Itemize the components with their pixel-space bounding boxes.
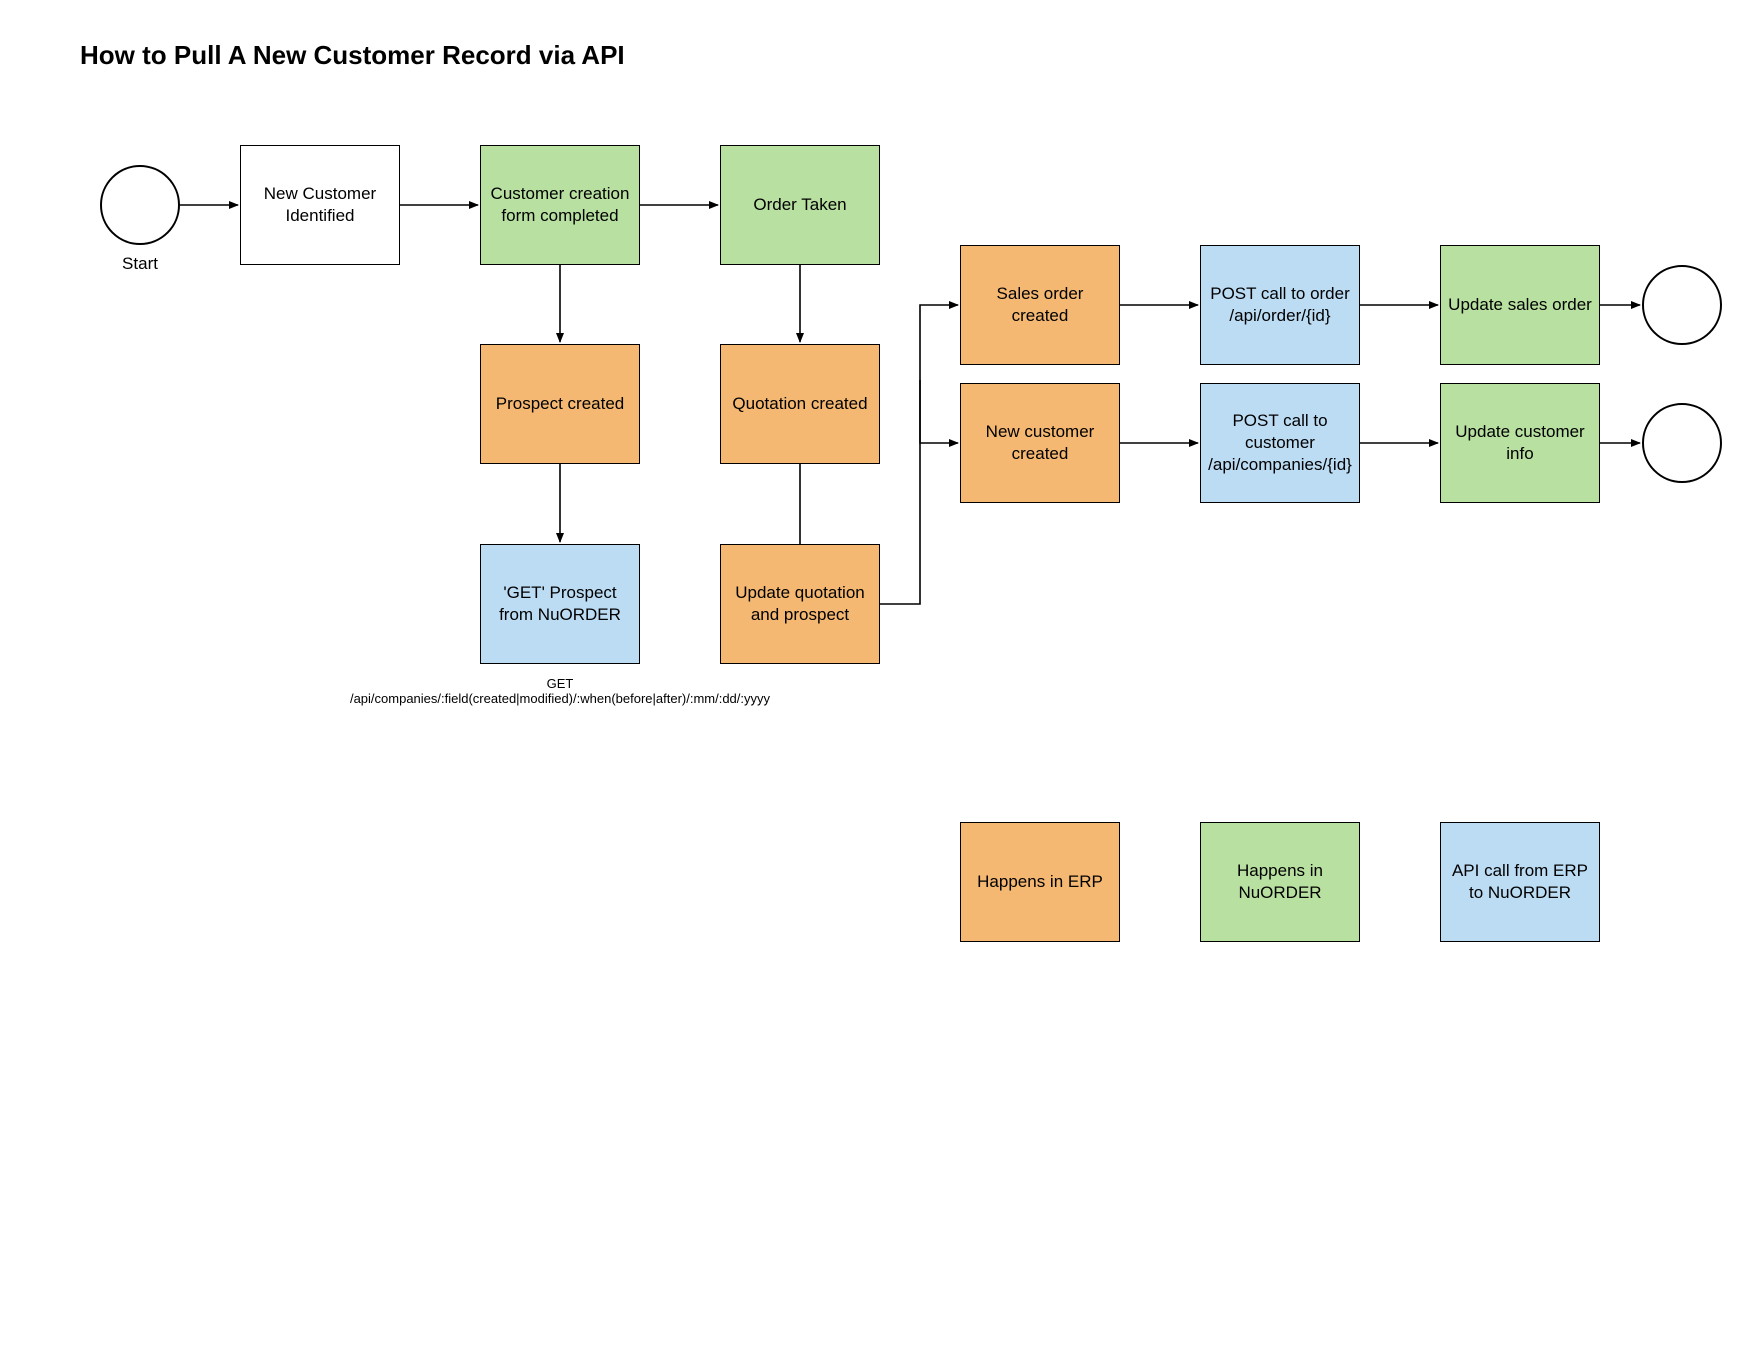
node-label: Update sales order: [1448, 294, 1592, 316]
node-label: Update quotation and prospect: [727, 582, 873, 626]
node-update-sales-order: Update sales order: [1440, 245, 1600, 365]
start-circle: [100, 165, 180, 245]
node-label: POST call to customer /api/companies/{id…: [1207, 410, 1353, 476]
legend-label: Happens in NuORDER: [1207, 860, 1353, 904]
node-label: Prospect created: [496, 393, 625, 415]
legend-label: Happens in ERP: [977, 871, 1103, 893]
node-label: Order Taken: [753, 194, 846, 216]
node-post-order: POST call to order /api/order/{id}: [1200, 245, 1360, 365]
end-circle-bottom: [1642, 403, 1722, 483]
diagram-canvas: How to Pull A New Customer Record via AP…: [0, 0, 1760, 1360]
node-new-customer-identified: New Customer Identified: [240, 145, 400, 265]
get-api-caption: GET /api/companies/:field(created|modifi…: [340, 676, 780, 706]
node-post-customer: POST call to customer /api/companies/{id…: [1200, 383, 1360, 503]
node-label: New Customer Identified: [247, 183, 393, 227]
node-quotation-created: Quotation created: [720, 344, 880, 464]
node-get-prospect: 'GET' Prospect from NuORDER: [480, 544, 640, 664]
legend-api: API call from ERP to NuORDER: [1440, 822, 1600, 942]
node-label: Sales order created: [967, 283, 1113, 327]
diagram-title: How to Pull A New Customer Record via AP…: [80, 40, 625, 71]
node-order-taken: Order Taken: [720, 145, 880, 265]
legend-label: API call from ERP to NuORDER: [1447, 860, 1593, 904]
node-label: POST call to order /api/order/{id}: [1207, 283, 1353, 327]
node-update-quotation: Update quotation and prospect: [720, 544, 880, 664]
node-update-customer-info: Update customer info: [1440, 383, 1600, 503]
node-label: Customer creation form completed: [487, 183, 633, 227]
node-label: Update customer info: [1447, 421, 1593, 465]
node-prospect-created: Prospect created: [480, 344, 640, 464]
legend-erp: Happens in ERP: [960, 822, 1120, 942]
end-circle-top: [1642, 265, 1722, 345]
node-label: New customer created: [967, 421, 1113, 465]
node-label: 'GET' Prospect from NuORDER: [487, 582, 633, 626]
node-customer-creation-form: Customer creation form completed: [480, 145, 640, 265]
start-label: Start: [100, 254, 180, 274]
node-label: Quotation created: [732, 393, 867, 415]
node-new-customer-created: New customer created: [960, 383, 1120, 503]
legend-nuorder: Happens in NuORDER: [1200, 822, 1360, 942]
node-sales-order-created: Sales order created: [960, 245, 1120, 365]
